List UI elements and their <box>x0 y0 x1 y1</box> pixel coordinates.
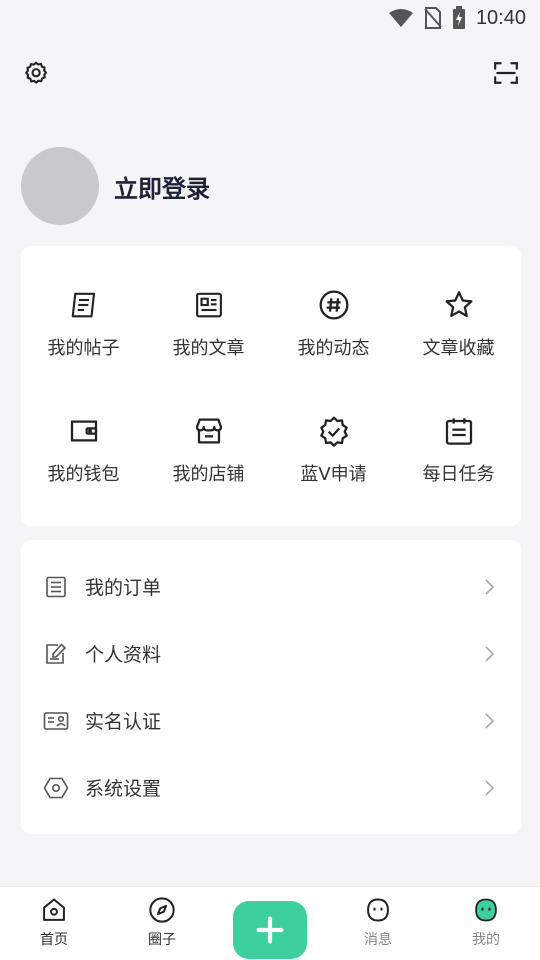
no-sim-icon <box>424 7 442 29</box>
nav-item-messages[interactable]: 消息 <box>324 887 432 960</box>
grid-item-label: 文章收藏 <box>422 338 495 359</box>
grid-item-label: 我的动态 <box>297 338 370 359</box>
home-icon <box>39 895 69 925</box>
avatar[interactable] <box>21 147 99 225</box>
list-item-label: 我的订单 <box>85 577 162 599</box>
nav-item-label: 消息 <box>364 932 392 948</box>
status-bar: 10:40 <box>0 0 540 36</box>
nav-item-label: 首页 <box>40 932 68 948</box>
grid-item-blue-v-apply[interactable]: 蓝V申请 <box>271 386 396 512</box>
grid-item-label: 每日任务 <box>422 464 495 485</box>
chevron-right-icon <box>485 712 495 729</box>
shortcut-grid-card: 我的帖子 我的文章 我的动态 文章收藏 我的钱包 我的店铺 蓝V申请 每日任务 <box>21 246 521 526</box>
publish-button[interactable] <box>233 901 307 959</box>
nav-item-label: 我的 <box>472 932 500 948</box>
grid-item-my-articles[interactable]: 我的文章 <box>146 260 271 386</box>
list-item-label: 个人资料 <box>85 644 162 666</box>
nav-item-publish[interactable] <box>216 887 324 960</box>
settings-button[interactable] <box>21 58 51 88</box>
nav-item-home[interactable]: 首页 <box>0 887 108 960</box>
scan-icon <box>494 62 518 84</box>
wifi-icon <box>388 9 413 27</box>
grid-item-my-shop[interactable]: 我的店铺 <box>146 386 271 512</box>
grid-item-label: 我的文章 <box>172 338 245 359</box>
message-face-icon <box>363 895 393 925</box>
profile-header[interactable]: 立即登录 <box>21 147 210 225</box>
list-item-label: 实名认证 <box>85 711 162 733</box>
id-card-icon <box>43 708 69 734</box>
list-item-real-name-auth[interactable]: 实名认证 <box>21 687 521 754</box>
profile-face-icon <box>471 895 501 925</box>
verified-badge-icon <box>317 414 351 448</box>
article-icon <box>192 288 226 322</box>
gear-icon <box>25 61 48 84</box>
chevron-right-icon <box>485 578 495 595</box>
grid-item-label: 我的钱包 <box>47 464 120 485</box>
list-item-system-settings[interactable]: 系统设置 <box>21 754 521 821</box>
compass-icon <box>147 895 177 925</box>
grid-item-favorites[interactable]: 文章收藏 <box>396 260 521 386</box>
edit-profile-icon <box>43 641 69 667</box>
status-time: 10:40 <box>475 6 526 29</box>
chevron-right-icon <box>485 645 495 662</box>
scan-button[interactable] <box>491 58 521 88</box>
chevron-right-icon <box>485 779 495 796</box>
login-link[interactable]: 立即登录 <box>114 169 210 204</box>
grid-item-label: 我的店铺 <box>172 464 245 485</box>
post-icon <box>67 288 101 322</box>
nav-item-label: 圈子 <box>148 932 176 948</box>
grid-item-label: 我的帖子 <box>47 338 120 359</box>
calendar-task-icon <box>442 414 476 448</box>
order-icon <box>43 574 69 600</box>
list-item-my-orders[interactable]: 我的订单 <box>21 553 521 620</box>
menu-list-card: 我的订单 个人资料 实名认证 系统设置 <box>21 540 521 834</box>
list-item-profile-info[interactable]: 个人资料 <box>21 620 521 687</box>
wallet-icon <box>67 414 101 448</box>
grid-item-label: 蓝V申请 <box>300 464 367 485</box>
shop-icon <box>192 414 226 448</box>
battery-charging-icon <box>452 6 465 29</box>
grid-item-my-feed[interactable]: 我的动态 <box>271 260 396 386</box>
plus-icon <box>256 916 284 944</box>
hexagon-settings-icon <box>43 775 69 801</box>
nav-item-circle[interactable]: 圈子 <box>108 887 216 960</box>
star-icon <box>442 288 476 322</box>
nav-item-me[interactable]: 我的 <box>432 887 540 960</box>
grid-item-wallet[interactable]: 我的钱包 <box>21 386 146 512</box>
bottom-nav: 首页 圈子 消息 我的 <box>0 886 540 960</box>
hashtag-icon <box>317 288 351 322</box>
list-item-label: 系统设置 <box>85 778 162 800</box>
grid-item-my-posts[interactable]: 我的帖子 <box>21 260 146 386</box>
grid-item-daily-tasks[interactable]: 每日任务 <box>396 386 521 512</box>
